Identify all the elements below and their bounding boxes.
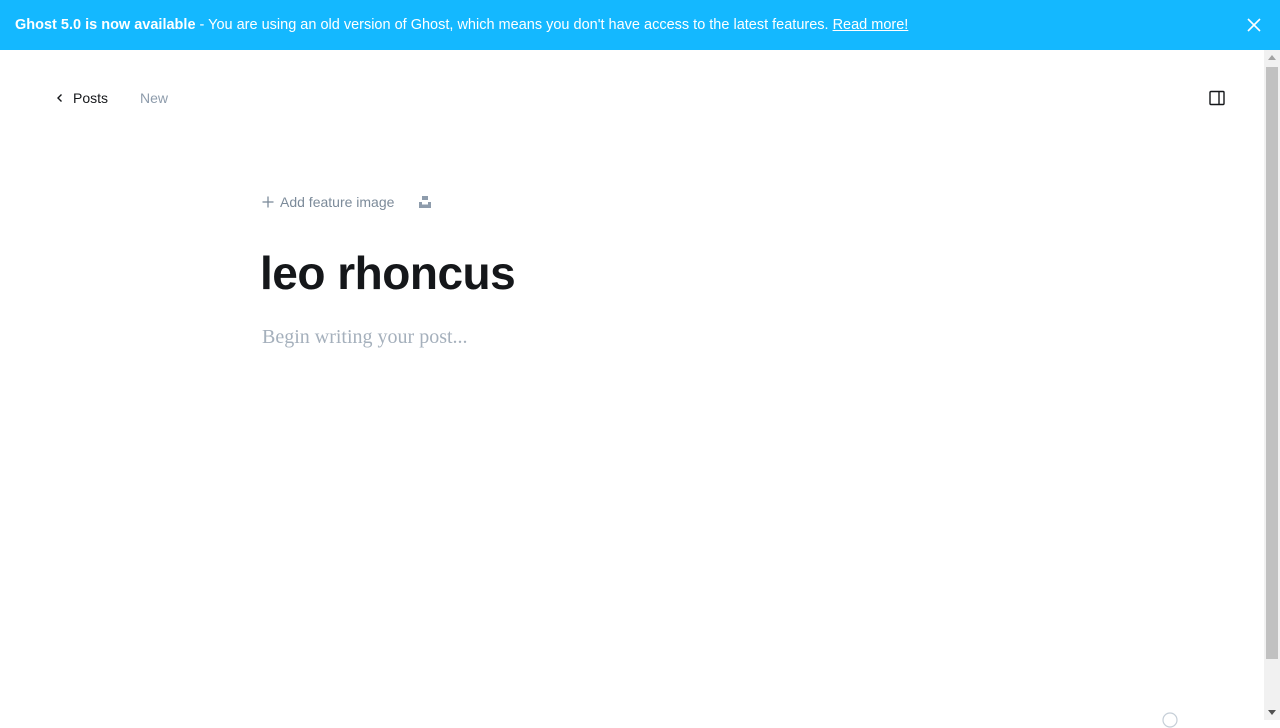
vertical-scrollbar[interactable] (1264, 50, 1280, 720)
unsplash-icon[interactable] (418, 195, 432, 209)
breadcrumb: Posts New (55, 90, 168, 106)
banner-title: Ghost 5.0 is now available (15, 17, 196, 33)
feature-image-row: Add feature image (262, 194, 432, 210)
read-more-link[interactable]: Read more! (833, 17, 909, 33)
sidebar-toggle-icon[interactable] (1209, 90, 1225, 106)
close-icon[interactable] (1244, 15, 1264, 35)
add-feature-image-label: Add feature image (280, 194, 395, 210)
post-title-input[interactable]: leo rhoncus (260, 246, 516, 300)
banner-message: - You are using an old version of Ghost,… (199, 17, 829, 33)
post-status: New (140, 90, 169, 106)
scrollbar-thumb[interactable] (1266, 67, 1278, 659)
update-banner: Ghost 5.0 is now available - You are usi… (0, 0, 1280, 50)
add-feature-image-button[interactable]: Add feature image (262, 194, 394, 210)
post-body-editor[interactable]: Begin writing your post... (262, 326, 468, 349)
scroll-up-icon[interactable] (1268, 55, 1276, 60)
back-label: Posts (73, 90, 109, 106)
post-editor: Posts New Add feature image leo rhoncus … (0, 50, 1264, 728)
scroll-down-icon[interactable] (1268, 710, 1276, 715)
plus-icon (262, 196, 274, 208)
chevron-left-icon (57, 94, 62, 102)
help-icon[interactable] (1162, 712, 1178, 728)
back-to-posts-link[interactable]: Posts (55, 90, 108, 106)
editor-footer (1140, 712, 1178, 728)
